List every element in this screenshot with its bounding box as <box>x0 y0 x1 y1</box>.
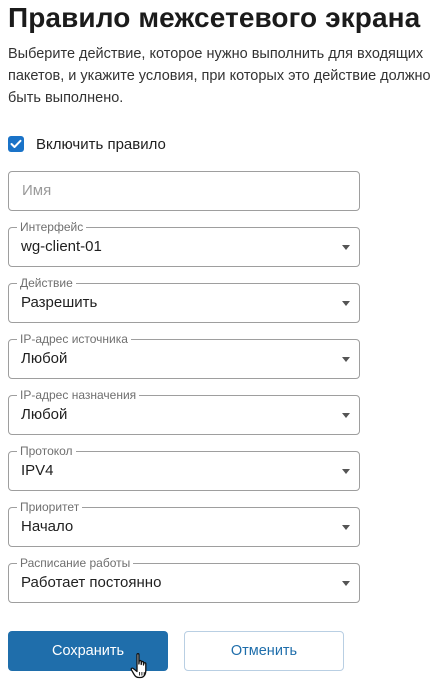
source-ip-select[interactable]: IP-адрес источника Любой <box>8 332 360 379</box>
chevron-down-icon <box>342 413 350 418</box>
destination-ip-select[interactable]: IP-адрес назначения Любой <box>8 388 360 435</box>
action-value: Разрешить <box>21 294 98 311</box>
action-label: Действие <box>17 276 76 290</box>
source-ip-label: IP-адрес источника <box>17 332 131 346</box>
chevron-down-icon <box>342 581 350 586</box>
chevron-down-icon <box>342 469 350 474</box>
destination-ip-label: IP-адрес назначения <box>17 388 140 402</box>
enable-rule-checkbox[interactable] <box>8 136 24 152</box>
check-icon <box>10 139 22 148</box>
dialog-description: Выберите действие, которое нужно выполни… <box>8 46 431 106</box>
name-field[interactable] <box>8 171 360 211</box>
priority-select[interactable]: Приоритет Начало <box>8 500 360 547</box>
protocol-value: IPV4 <box>21 462 54 479</box>
chevron-down-icon <box>342 245 350 250</box>
priority-value: Начало <box>21 518 74 535</box>
dialog-title: Правило межсетевого экрана <box>8 2 421 33</box>
destination-ip-value: Любой <box>21 406 68 423</box>
action-select[interactable]: Действие Разрешить <box>8 276 360 323</box>
protocol-label: Протокол <box>17 444 76 458</box>
source-ip-value: Любой <box>21 350 68 367</box>
name-input[interactable] <box>22 182 342 199</box>
interface-value: wg-client-01 <box>21 238 102 255</box>
schedule-value: Работает постоянно <box>21 574 162 591</box>
enable-rule-label: Включить правило <box>36 135 166 153</box>
interface-label: Интерфейс <box>17 220 87 234</box>
schedule-label: Расписание работы <box>17 556 134 570</box>
chevron-down-icon <box>342 357 350 362</box>
priority-label: Приоритет <box>17 500 83 514</box>
chevron-down-icon <box>342 301 350 306</box>
chevron-down-icon <box>342 525 350 530</box>
cancel-button[interactable]: Отменить <box>184 631 344 671</box>
schedule-select[interactable]: Расписание работы Работает постоянно <box>8 556 360 603</box>
protocol-select[interactable]: Протокол IPV4 <box>8 444 360 491</box>
interface-select[interactable]: Интерфейс wg-client-01 <box>8 220 360 267</box>
enable-rule-checkbox-row[interactable]: Включить правило <box>8 133 166 155</box>
hand-pointer-icon <box>130 653 147 679</box>
